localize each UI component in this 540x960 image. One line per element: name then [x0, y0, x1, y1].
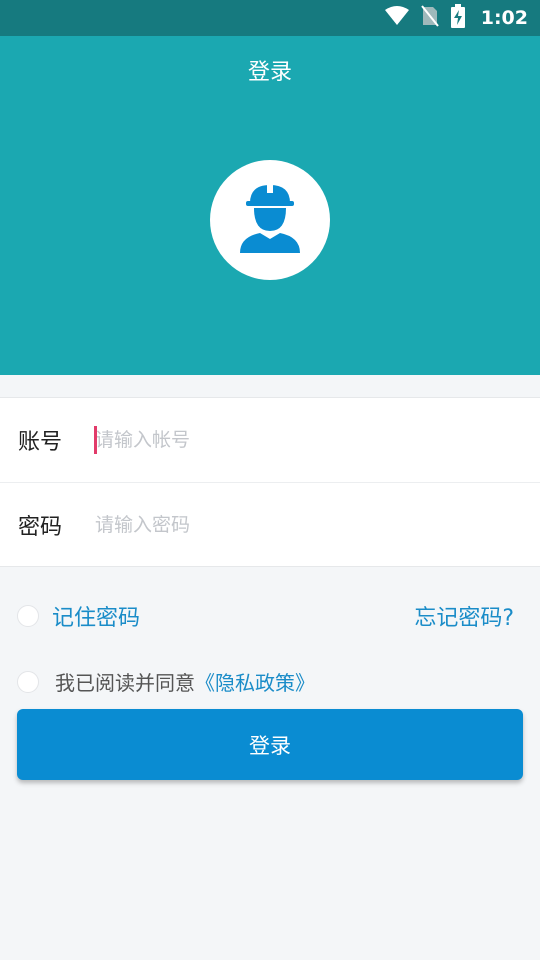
login-header: 登录: [0, 36, 540, 375]
status-bar: 1:02: [0, 0, 540, 36]
login-form: 账号 密码: [0, 397, 540, 567]
remember-label: 记住密码: [52, 606, 141, 631]
no-sim-icon: [420, 5, 439, 31]
page-title: 登录: [247, 60, 292, 85]
privacy-policy-link[interactable]: 《隐私政策》: [195, 667, 315, 696]
agree-radio[interactable]: [17, 670, 39, 693]
privacy-agreement: 我已阅读并同意 《隐私政策》: [17, 667, 315, 696]
wifi-icon: [384, 6, 409, 30]
forgot-password-link[interactable]: 忘记密码?: [414, 600, 514, 632]
remember-password-option[interactable]: 记住密码: [17, 600, 140, 632]
agree-text: 我已阅读并同意: [55, 671, 195, 695]
text-cursor: [94, 426, 97, 454]
account-input[interactable]: [95, 420, 495, 460]
account-label: 账号: [18, 430, 63, 455]
password-row: 密码: [0, 482, 540, 566]
battery-charging-icon: [450, 4, 465, 32]
clock: 1:02: [480, 7, 528, 29]
worker-helmet-icon: [238, 181, 302, 259]
remember-radio[interactable]: [17, 605, 39, 627]
password-input[interactable]: [95, 504, 495, 545]
login-button[interactable]: 登录: [17, 709, 523, 780]
account-row: 账号: [0, 398, 540, 482]
password-label: 密码: [18, 514, 63, 540]
avatar: [210, 160, 330, 280]
